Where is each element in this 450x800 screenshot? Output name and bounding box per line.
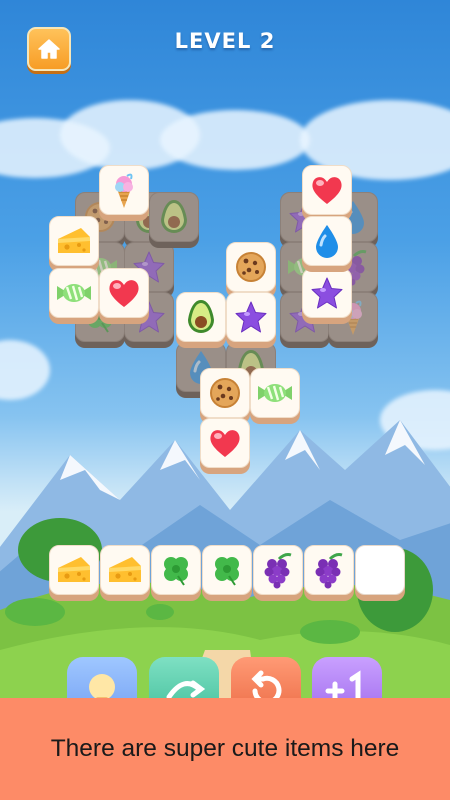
board-tile-cheese[interactable]	[49, 216, 99, 272]
star-icon	[234, 300, 268, 334]
board-tile-cookie[interactable]	[226, 242, 276, 298]
cheese-icon	[55, 554, 93, 586]
grapes-icon	[261, 551, 295, 589]
clover-icon	[158, 552, 194, 588]
board-tile-heart[interactable]	[200, 418, 250, 474]
level-title: LEVEL 2	[174, 29, 276, 53]
cheese-icon	[106, 554, 144, 586]
tray-slot-empty	[355, 545, 405, 601]
tray-slot-clover	[202, 545, 252, 601]
candy-icon	[54, 278, 94, 308]
avocado-icon	[158, 198, 190, 236]
board-tile-candy[interactable]	[49, 268, 99, 324]
promo-banner-text: There are super cute items here	[50, 735, 400, 762]
cookie-icon	[234, 250, 268, 284]
cheese-icon	[55, 225, 93, 257]
promo-banner: There are super cute items here	[0, 698, 450, 800]
board-tile-drop[interactable]	[302, 216, 352, 272]
collection-tray	[46, 545, 405, 607]
drop-icon	[313, 223, 341, 259]
game-scene: LEVEL 2	[0, 0, 450, 800]
cookie-icon	[208, 376, 242, 410]
clover-icon	[209, 552, 245, 588]
heart-icon	[107, 277, 141, 309]
board-tile-cookie[interactable]	[200, 368, 250, 424]
board-tile-star[interactable]	[302, 268, 352, 324]
tray-slot-grapes	[304, 545, 354, 601]
avocado-icon	[185, 298, 217, 336]
board-tile-icecream[interactable]	[99, 165, 149, 221]
heart-icon	[208, 427, 242, 459]
board-tile-avocado[interactable]	[176, 292, 226, 348]
heart-icon	[310, 174, 344, 206]
board-tile-heart[interactable]	[302, 165, 352, 221]
tray-slot-cheese	[100, 545, 150, 601]
icecream-icon	[109, 170, 139, 210]
candy-icon	[255, 378, 295, 408]
board-tile-heart[interactable]	[99, 268, 149, 324]
star-icon	[310, 276, 344, 310]
board-tile-candy[interactable]	[250, 368, 300, 424]
board-tile-star[interactable]	[226, 292, 276, 348]
board-tile-avocado[interactable]	[149, 192, 199, 248]
tray-slot-cheese	[49, 545, 99, 601]
tray-slot-grapes	[253, 545, 303, 601]
grapes-icon	[312, 551, 346, 589]
tray-slot-clover	[151, 545, 201, 601]
